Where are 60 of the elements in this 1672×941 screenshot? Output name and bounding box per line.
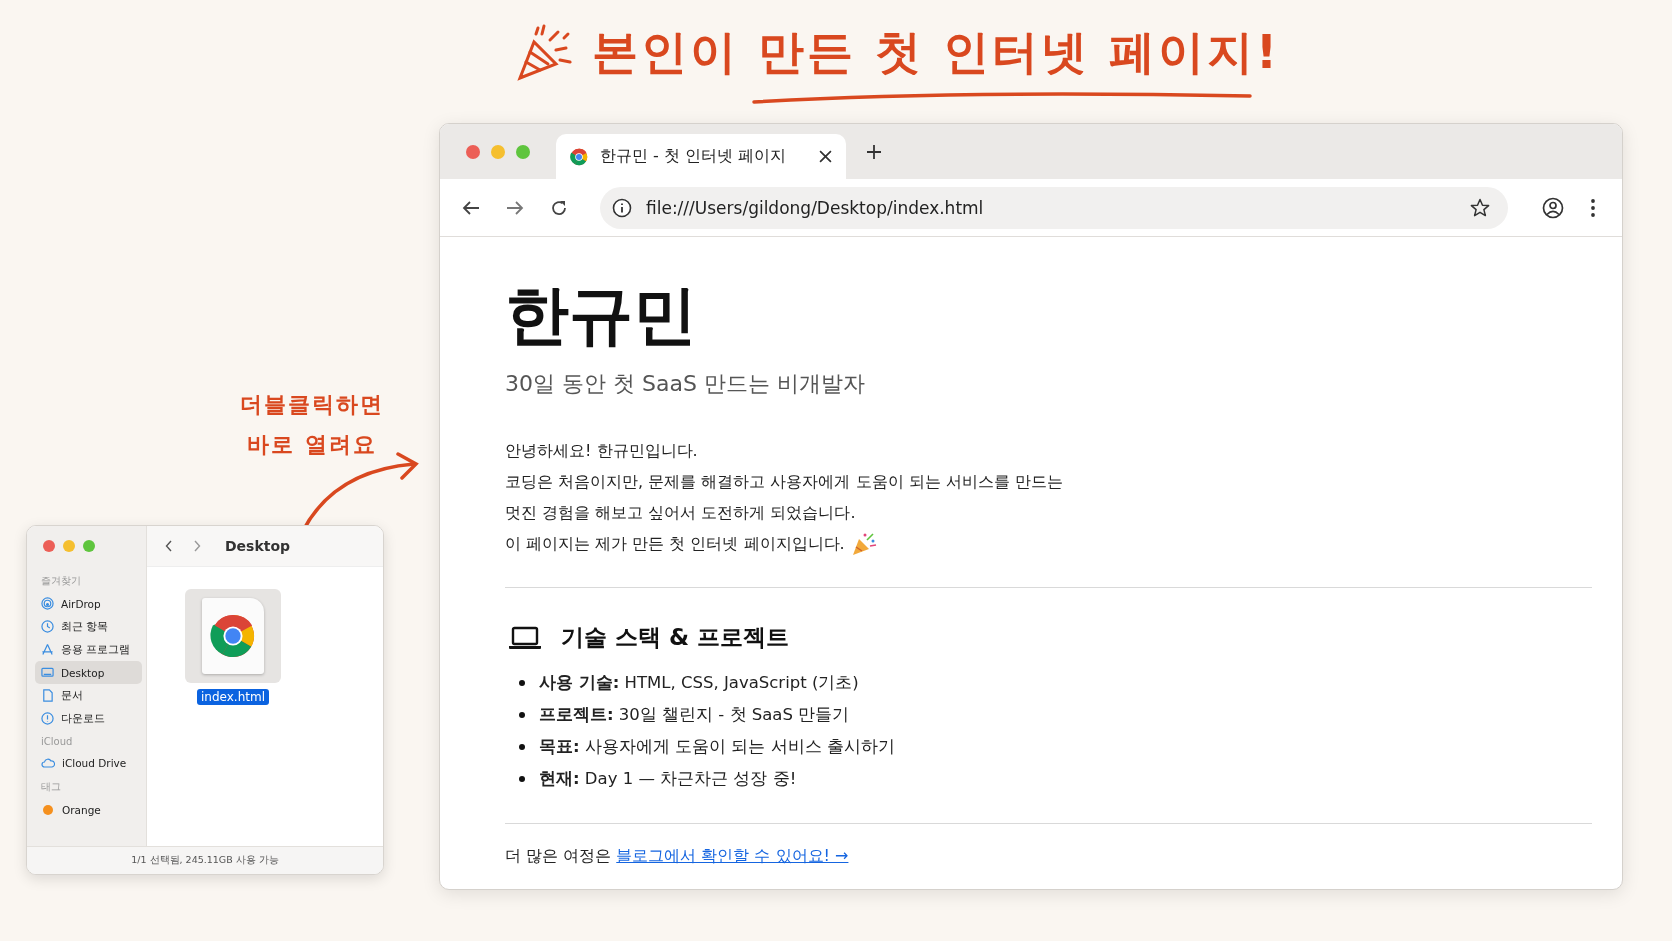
airdrop-icon xyxy=(41,597,54,610)
info-icon[interactable] xyxy=(612,197,632,218)
chevron-left-icon xyxy=(165,540,173,552)
intro-text: 안녕하세요! 한규민입니다. xyxy=(505,440,699,462)
profile-icon[interactable] xyxy=(1542,196,1564,219)
list-item-text: 프로젝트: 30일 챌린지 - 첫 SaaS 만들기 xyxy=(539,704,850,726)
sidebar-item[interactable]: Orange xyxy=(35,798,142,821)
sidebar-item[interactable]: 다운로드 xyxy=(35,707,142,730)
sidebar-item[interactable]: 응용 프로그램 xyxy=(35,638,142,661)
sidebar-heading: 태그 xyxy=(41,780,62,794)
party-popper-icon xyxy=(850,531,877,556)
sidebar-heading: 즐겨찾기 xyxy=(41,574,82,588)
sidebar-item[interactable]: iCloud Drive xyxy=(35,751,142,774)
close-icon[interactable] xyxy=(819,150,832,163)
sidebar-item[interactable]: 최근 항목 xyxy=(35,615,142,638)
intro-text: 이 페이지는 제가 만든 첫 인터넷 페이지입니다. xyxy=(505,533,845,555)
intro-text: 코딩은 처음이지만, 문제를 해결하고 사용자에게 도움이 되는 서비스를 만드는 xyxy=(505,471,1064,493)
intro-text: 멋진 경험을 해보고 싶어서 도전하게 되었습니다. xyxy=(505,502,857,524)
cloud-icon xyxy=(41,756,55,769)
sidebar-item[interactable]: AirDrop xyxy=(35,592,142,615)
bullet-icon xyxy=(519,744,525,750)
address-bar[interactable]: file:///Users/gildong/Desktop/index.html xyxy=(600,186,1508,229)
close-button[interactable] xyxy=(43,540,55,552)
page-title: 한규민 xyxy=(505,277,698,354)
sidebar-item[interactable]: 문서 xyxy=(35,684,142,707)
annotation-text: 더블클릭하면 xyxy=(240,391,384,419)
browser-logo-icon xyxy=(210,613,256,659)
window-title: Desktop xyxy=(225,538,291,554)
file-name[interactable]: index.html xyxy=(197,689,269,705)
status-bar: 1/1 선택됨, 245.11GB 사용 가능 xyxy=(27,846,383,874)
section-heading: 기술 스택 & 프로젝트 xyxy=(561,623,790,652)
apps-icon xyxy=(41,643,54,656)
sidebar-item[interactable]: Desktop xyxy=(35,661,142,684)
page-subtitle: 30일 동안 첫 SaaS 만드는 비개발자 xyxy=(505,370,866,398)
list-item-text: 목표: 사용자에게 도움이 되는 서비스 출시하기 xyxy=(539,736,895,758)
headline-text: 본인이 만든 첫 인터넷 페이지! xyxy=(592,24,1281,81)
list-item-text: 사용 기술: HTML, CSS, JavaScript (기초) xyxy=(539,672,859,694)
bullet-icon xyxy=(519,776,525,782)
new-tab-icon[interactable] xyxy=(866,143,882,160)
sidebar-heading: iCloud xyxy=(41,736,74,747)
bullet-icon xyxy=(519,712,525,718)
monitor-icon xyxy=(41,666,54,679)
chevron-right-icon xyxy=(193,540,201,552)
close-button[interactable] xyxy=(466,144,480,159)
bullet-icon xyxy=(519,680,525,686)
browser-tab[interactable]: 한규민 - 첫 인터넷 페이지 xyxy=(556,134,846,179)
laptop-icon xyxy=(509,625,541,650)
more-icon[interactable] xyxy=(1590,197,1596,218)
document-icon xyxy=(41,689,54,702)
footer-text: 더 많은 여정은 xyxy=(505,846,612,865)
file-icon[interactable] xyxy=(185,589,281,683)
back-arrow-icon[interactable] xyxy=(462,199,480,216)
browser-logo-icon xyxy=(570,147,588,166)
reload-icon[interactable] xyxy=(550,198,568,217)
annotation-text: 바로 열려요 xyxy=(247,431,377,459)
list-item-text: 현재: Day 1 — 차근차근 성장 중! xyxy=(539,768,797,790)
blog-link[interactable]: 블로그에서 확인할 수 있어요! → xyxy=(616,846,849,865)
clock-icon xyxy=(41,620,54,633)
forward-arrow-icon[interactable] xyxy=(506,199,524,216)
star-icon[interactable] xyxy=(1470,197,1490,218)
